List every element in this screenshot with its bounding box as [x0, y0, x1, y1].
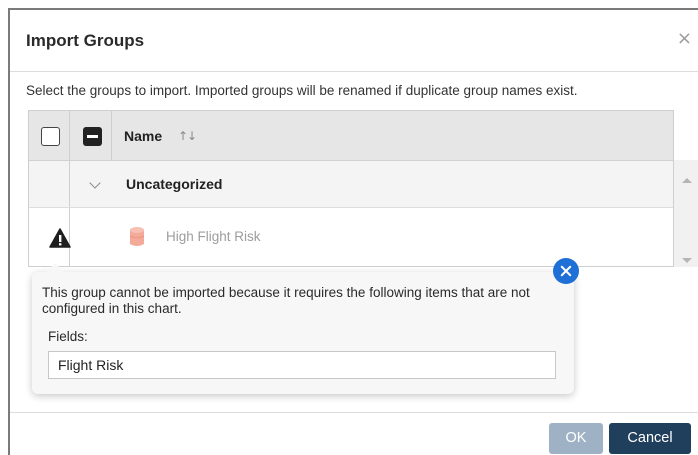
popover-close-icon[interactable] [553, 258, 579, 284]
close-icon[interactable]: × [677, 30, 692, 48]
popover-message: This group cannot be imported because it… [42, 285, 530, 316]
instructions-text: Select the groups to import. Imported gr… [26, 83, 578, 98]
column-divider [69, 161, 70, 207]
column-divider [69, 111, 70, 160]
popover-arrow [46, 263, 64, 272]
group-row[interactable]: Uncategorized [29, 161, 673, 208]
groups-table: Name ↑↓ Uncategorized High Flight Risk [28, 110, 674, 267]
cancel-button[interactable]: Cancel [609, 423, 691, 454]
dialog-footer: OK Cancel [10, 412, 698, 455]
indeterminate-checkbox-icon[interactable] [83, 127, 102, 146]
database-icon [129, 226, 145, 253]
sort-icon[interactable]: ↑↓ [178, 129, 197, 143]
warning-icon[interactable] [49, 228, 71, 253]
dialog-header: Import Groups × [10, 10, 698, 72]
table-row[interactable]: High Flight Risk [29, 208, 673, 266]
group-name: Uncategorized [126, 176, 223, 192]
select-all-checkbox[interactable] [41, 127, 60, 146]
table-scrollbar[interactable] [674, 160, 698, 267]
import-groups-dialog: Import Groups × Select the groups to imp… [8, 8, 698, 455]
warning-popover: This group cannot be imported because it… [32, 263, 574, 394]
group-item-name: High Flight Risk [166, 229, 261, 244]
table-header: Name ↑↓ [29, 111, 673, 161]
scroll-down-icon[interactable] [682, 258, 692, 263]
ok-button[interactable]: OK [549, 423, 603, 454]
name-column-header[interactable]: Name [124, 128, 162, 144]
scroll-up-icon[interactable] [682, 178, 692, 183]
fields-label: Fields: [48, 329, 88, 344]
fields-value-box: Flight Risk [48, 351, 556, 379]
column-divider [111, 111, 112, 160]
chevron-down-icon[interactable] [89, 177, 101, 189]
dialog-title: Import Groups [26, 31, 145, 50]
